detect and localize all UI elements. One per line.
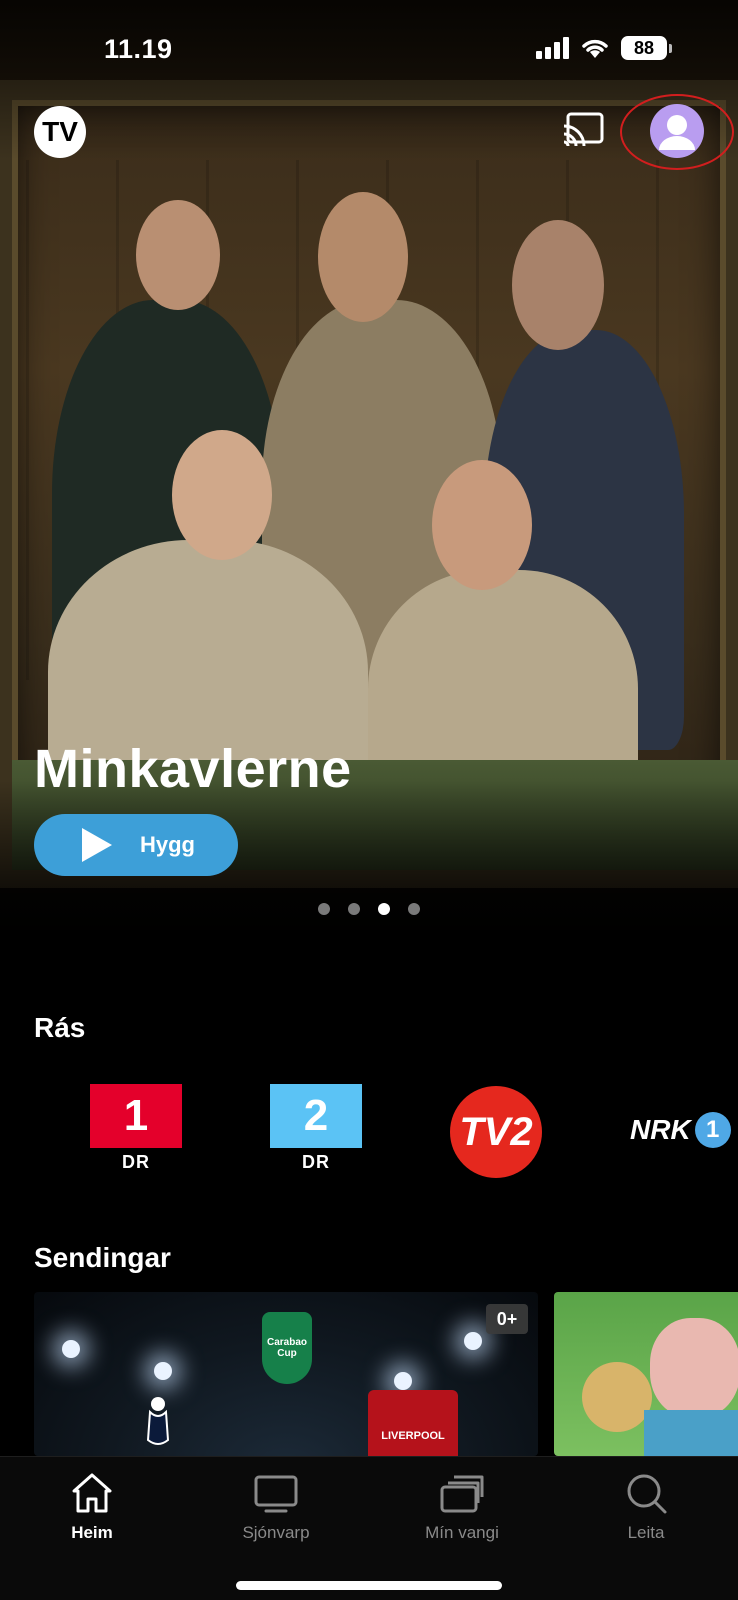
channel-dr2[interactable]: 2 DR [270, 1084, 362, 1180]
cast-icon[interactable] [562, 112, 604, 146]
home-indicator[interactable] [236, 1581, 502, 1590]
liverpool-text: LIVERPOOL [381, 1430, 445, 1442]
head-left [136, 200, 220, 310]
stadium-light [62, 1340, 80, 1358]
app-logo[interactable]: TV [34, 106, 86, 158]
cartoon-character [582, 1362, 652, 1432]
broadcasts-row: Carabao Cup LIVERPOOL 0+ [0, 1292, 738, 1456]
tv2-logo: TV2 [450, 1086, 542, 1178]
cartoon-scarf [644, 1410, 738, 1456]
dr1-label: DR [122, 1152, 150, 1172]
tv-icon [254, 1475, 298, 1513]
dr2-label: DR [302, 1152, 330, 1172]
stadium-light [394, 1372, 412, 1390]
pagination-dot[interactable] [408, 903, 420, 915]
tottenham-crest-icon [146, 1397, 170, 1445]
dr2-logo: 2 [270, 1084, 362, 1148]
tab-my-list[interactable]: Mín vangi [392, 1469, 532, 1543]
nrk1-logo: NRK 1 [630, 1112, 731, 1148]
avatar-icon[interactable] [650, 104, 704, 158]
dr1-logo: 1 [90, 1084, 182, 1148]
cellular-signal-icon [536, 37, 569, 59]
tab-tv[interactable]: Sjónvarp [206, 1469, 346, 1543]
channels-heading: Rás [34, 1012, 86, 1043]
head-middle [318, 192, 408, 322]
pagination-dot-active[interactable] [378, 903, 390, 915]
nrk1-number: 1 [694, 1112, 731, 1148]
cup-badge-text: Carabao Cup [266, 1337, 307, 1359]
status-time: 11.19 [104, 34, 173, 64]
wifi-icon [582, 39, 608, 58]
channel-dr1[interactable]: 1 DR [90, 1084, 182, 1180]
head-right [512, 220, 604, 350]
stadium-light [464, 1332, 482, 1350]
stack-icon [440, 1475, 484, 1513]
tv2-label: TV2 [459, 1109, 533, 1154]
play-button-label: Hygg [140, 832, 195, 857]
head-seated-left [172, 430, 272, 560]
cartoon-character [650, 1318, 738, 1418]
battery-level: 88 [621, 36, 667, 60]
broadcasts-heading: Sendingar [34, 1242, 171, 1273]
liverpool-crest: LIVERPOOL [368, 1390, 458, 1456]
dr1-number: 1 [123, 1091, 149, 1140]
tab-home-label: Heim [71, 1523, 113, 1542]
channels-row: 1 DR 2 DR TV2 NRK 1 [0, 1084, 738, 1180]
play-icon [82, 828, 112, 862]
tab-search[interactable]: Leita [576, 1469, 716, 1543]
pagination-dot[interactable] [318, 903, 330, 915]
tab-my-list-label: Mín vangi [425, 1523, 499, 1542]
play-button[interactable]: Hygg [34, 814, 238, 876]
tab-search-label: Leita [627, 1523, 665, 1542]
carabao-cup-badge: Carabao Cup [262, 1312, 312, 1384]
channel-nrk1[interactable]: NRK 1 [630, 1112, 731, 1208]
battery-icon: 88 [621, 36, 672, 60]
hero-title: Minkavlerne [34, 739, 352, 799]
status-bar: 11.19 88 [0, 0, 738, 86]
channel-tv2[interactable]: TV2 [450, 1086, 542, 1182]
tab-home[interactable]: Heim [22, 1469, 162, 1543]
broadcast-card[interactable] [554, 1292, 738, 1456]
carousel-pagination [0, 903, 738, 915]
pagination-dot[interactable] [348, 903, 360, 915]
head-seated-right [432, 460, 532, 590]
tab-bar: Heim Sjónvarp Mín vangi Leita [0, 1456, 738, 1600]
tab-tv-label: Sjónvarp [242, 1523, 310, 1542]
dr2-number: 2 [303, 1091, 329, 1140]
status-indicators: 88 [536, 36, 672, 60]
age-rating-badge: 0+ [486, 1304, 528, 1334]
stadium-light [154, 1362, 172, 1380]
search-icon [627, 1474, 667, 1514]
nrk1-label: NRK [630, 1114, 691, 1145]
home-icon [72, 1473, 112, 1513]
broadcast-card[interactable]: Carabao Cup LIVERPOOL 0+ [34, 1292, 538, 1456]
